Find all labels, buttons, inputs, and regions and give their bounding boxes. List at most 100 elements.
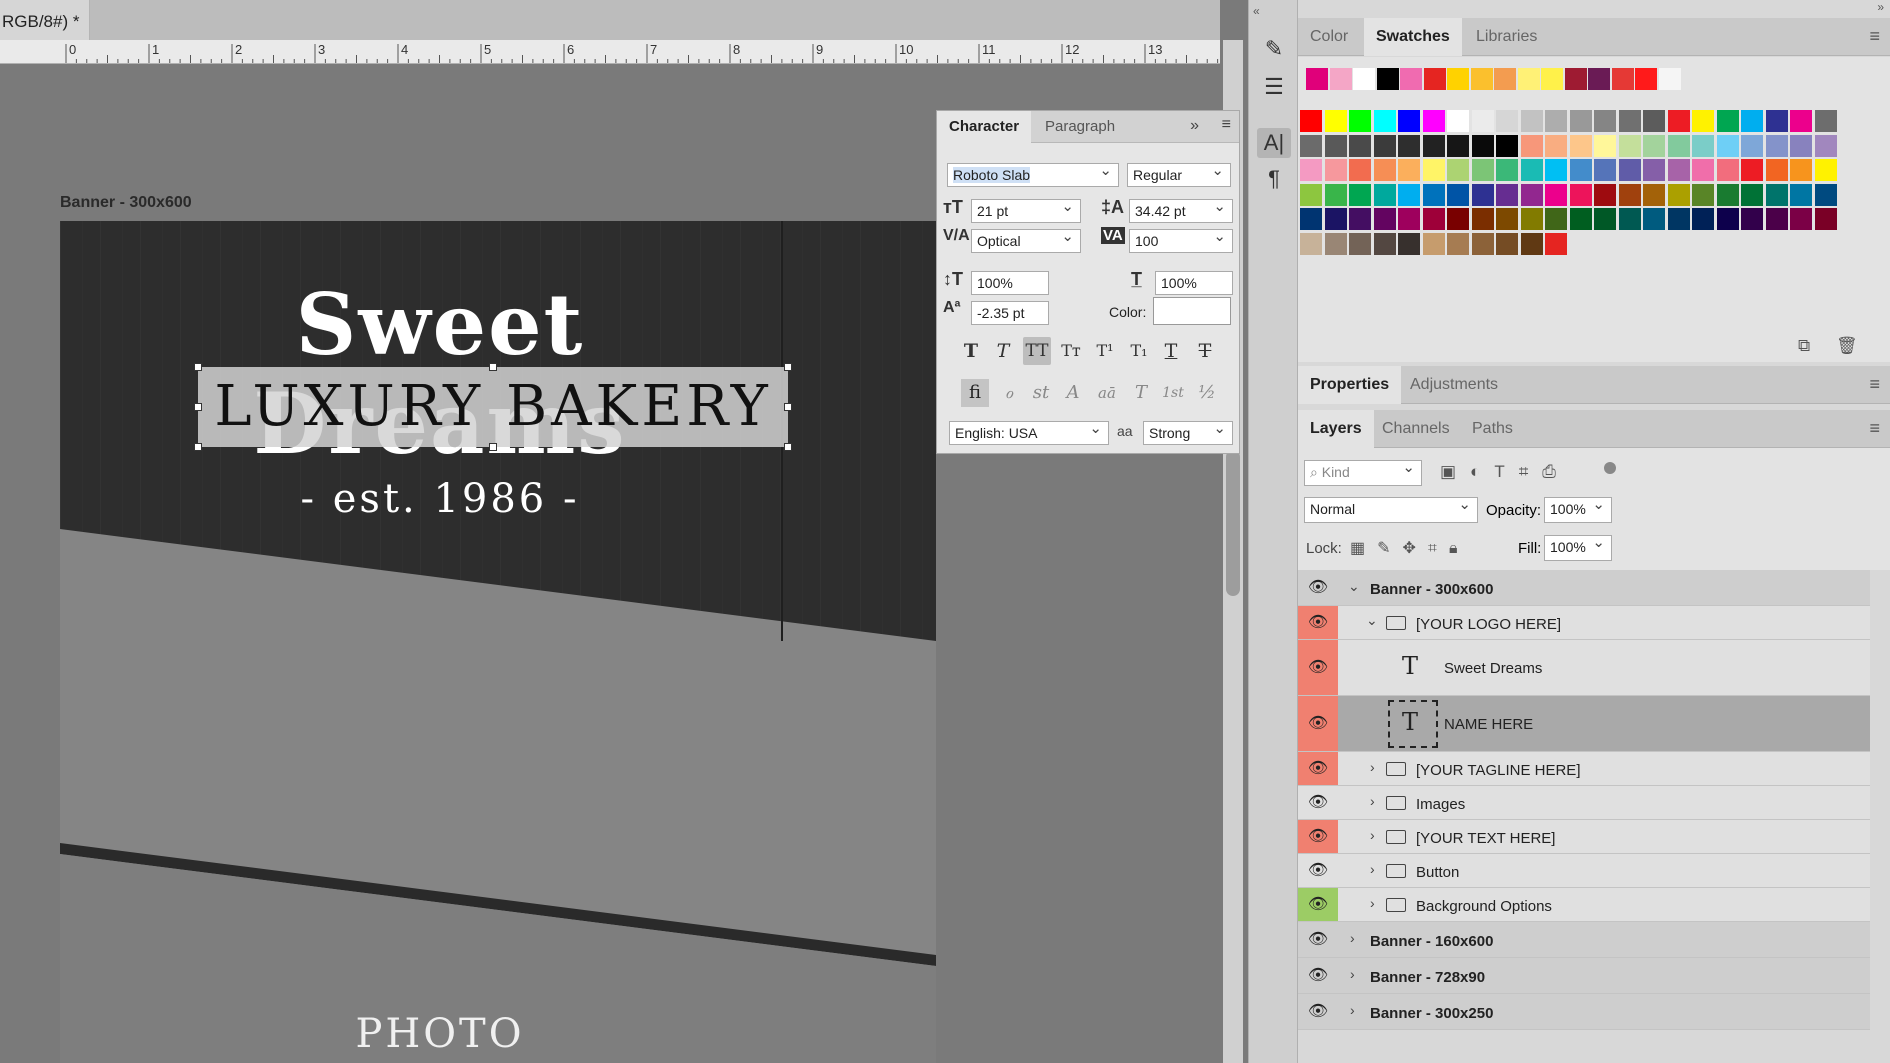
lock-icons[interactable]: ▦✎✥⌗🔒︎ [1350,538,1469,558]
swatch[interactable] [1716,110,1739,132]
swatch[interactable] [1569,134,1592,157]
visibility-eye-icon[interactable]: 👁︎ [1298,696,1338,751]
recent-swatch[interactable] [1423,68,1446,90]
swatch[interactable] [1716,159,1739,181]
swatch[interactable] [1667,159,1690,181]
swatch[interactable] [1349,208,1371,230]
leading-select[interactable]: 34.42 pt [1129,196,1233,223]
tab-properties[interactable]: Properties [1298,366,1402,404]
swatch[interactable] [1618,159,1641,181]
swatch[interactable] [1520,159,1543,181]
layer-row-background-options[interactable]: 👁︎ › Background Options [1298,888,1870,922]
stylistic-alternates-button[interactable]: aā [1093,379,1121,407]
swatch[interactable] [1741,134,1763,157]
layer-row-artboard-160x600[interactable]: 👁︎ › Banner - 160x600 [1298,922,1870,958]
swatch[interactable] [1765,183,1788,206]
font-size-select[interactable]: 21 pt [971,196,1081,223]
swatch[interactable] [1422,134,1445,157]
swatch[interactable] [1569,159,1592,181]
visibility-eye-icon[interactable]: 👁︎ [1298,888,1338,921]
swatch[interactable] [1324,208,1347,230]
swatch[interactable] [1447,183,1469,206]
character-panel-icon[interactable]: A| [1257,128,1291,158]
swatch[interactable] [1545,232,1567,255]
recent-swatch[interactable] [1611,68,1634,90]
swatch[interactable] [1741,159,1763,181]
recent-swatch[interactable] [1564,68,1587,90]
swatch[interactable] [1422,208,1445,230]
swatch[interactable] [1618,208,1641,230]
visibility-eye-icon[interactable]: 👁︎ [1298,820,1338,853]
fractions-button[interactable]: ½ [1193,379,1221,407]
swatch[interactable] [1349,159,1371,181]
recent-swatch[interactable] [1588,68,1610,90]
font-style-select[interactable]: Regular [1127,160,1231,187]
visibility-eye-icon[interactable]: 👁︎ [1298,640,1338,695]
swatch[interactable] [1545,208,1567,230]
chevron-down-icon[interactable]: ⌄ [1366,612,1378,629]
swatch[interactable] [1692,159,1714,181]
swatch[interactable] [1667,134,1690,157]
swatch[interactable] [1398,134,1420,157]
swatch[interactable] [1716,183,1739,206]
swatch[interactable] [1520,183,1543,206]
underline-button[interactable]: T [1157,337,1185,365]
swatch[interactable] [1667,183,1690,206]
chevron-right-icon[interactable]: › [1370,895,1375,911]
small-caps-button[interactable]: Tт [1057,337,1085,365]
swatch[interactable] [1790,159,1812,181]
swatch[interactable] [1594,134,1616,157]
contextual-alternates-button[interactable]: ℴ [995,379,1023,407]
swatch[interactable] [1373,232,1396,255]
swatch[interactable] [1471,232,1494,255]
swatch[interactable] [1692,183,1714,206]
swatch[interactable] [1496,110,1518,132]
chevron-right-icon[interactable]: › [1370,759,1375,775]
chevron-right-icon[interactable]: › [1350,1002,1355,1018]
swatch[interactable] [1373,134,1396,157]
swatch[interactable] [1741,208,1763,230]
chevron-down-icon[interactable]: ⌄ [1348,578,1360,595]
horizontal-scale-input[interactable]: 100% [1155,271,1233,295]
artboard[interactable]: Sweet Dreams LUXURY BAKERY - est. 1986 -… [60,221,936,1063]
recent-swatch[interactable] [1400,68,1422,90]
swatch[interactable] [1300,159,1322,181]
layers-menu-icon[interactable]: ≡ [1869,418,1880,439]
swatch[interactable] [1349,232,1371,255]
artboard-label[interactable]: Banner - 300x600 [60,194,192,212]
swatch[interactable] [1520,134,1543,157]
recent-swatch[interactable] [1447,68,1469,90]
swatch[interactable] [1300,232,1322,255]
filter-toggle-icon[interactable] [1604,462,1616,474]
recent-swatch[interactable] [1658,68,1681,90]
swatch[interactable] [1765,110,1788,132]
swatch[interactable] [1422,232,1445,255]
swatch[interactable] [1447,159,1469,181]
swatch[interactable] [1692,110,1714,132]
tab-channels[interactable]: Channels [1370,410,1462,448]
horizontal-ruler[interactable]: 0 1 2 3 4 5 6 7 8 9 10 11 12 13 [0,40,1220,64]
swatch[interactable] [1471,183,1494,206]
swatch[interactable] [1741,183,1763,206]
layer-row-artboard-728x90[interactable]: 👁︎ › Banner - 728x90 [1298,958,1870,994]
swatch[interactable] [1545,110,1567,132]
swatch[interactable] [1765,159,1788,181]
tab-color[interactable]: Color [1298,18,1360,56]
recent-swatch[interactable] [1329,68,1352,90]
swatch[interactable] [1447,110,1469,132]
swatch[interactable] [1496,159,1518,181]
kerning-select[interactable]: Optical [971,226,1081,253]
banner-subtitle-selected[interactable]: LUXURY BAKERY [198,367,788,447]
swatch[interactable] [1373,208,1396,230]
swatch[interactable] [1300,110,1322,132]
swatch[interactable] [1324,159,1347,181]
superscript-button[interactable]: T¹ [1091,337,1119,365]
swatch[interactable] [1324,134,1347,157]
visibility-eye-icon[interactable]: 👁︎ [1298,854,1338,887]
swatch[interactable] [1324,232,1347,255]
tab-libraries[interactable]: Libraries [1464,18,1549,56]
swatch[interactable] [1814,110,1837,132]
transform-handle-br[interactable] [784,443,792,451]
layer-row-artboard-300x250[interactable]: 👁︎ › Banner - 300x250 [1298,994,1870,1030]
swatch[interactable] [1643,183,1665,206]
